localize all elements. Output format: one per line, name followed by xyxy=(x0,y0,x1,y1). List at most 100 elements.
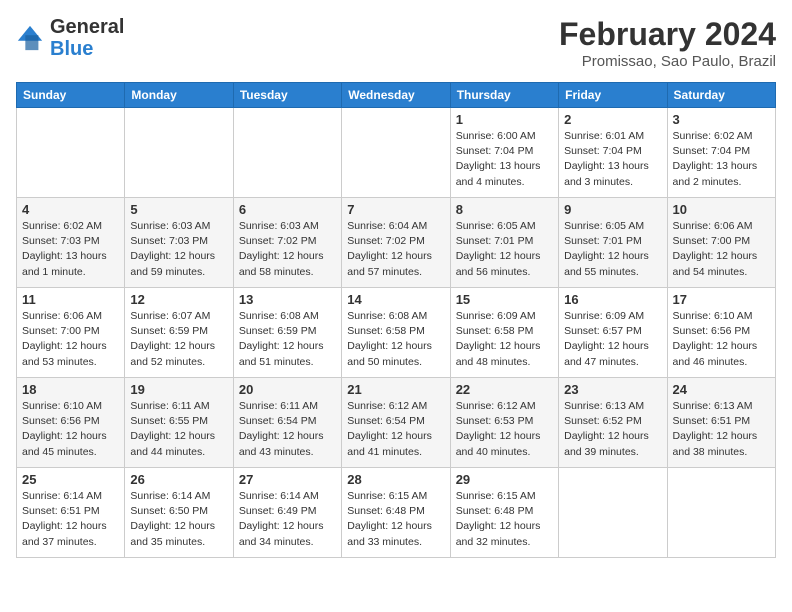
calendar-day-cell: 15 Sunrise: 6:09 AMSunset: 6:58 PMDayligh… xyxy=(450,288,558,378)
day-number: 11 xyxy=(22,292,119,307)
calendar-day-cell: 10 Sunrise: 6:06 AMSunset: 7:00 PMDayligh… xyxy=(667,198,775,288)
day-of-week-header: Friday xyxy=(559,83,667,108)
day-number: 15 xyxy=(456,292,553,307)
day-info: Sunrise: 6:11 AMSunset: 6:55 PMDaylight:… xyxy=(130,399,227,460)
calendar-day-cell xyxy=(342,108,450,198)
day-number: 16 xyxy=(564,292,661,307)
calendar-day-cell: 29 Sunrise: 6:15 AMSunset: 6:48 PMDayligh… xyxy=(450,468,558,558)
month-year-title: February 2024 xyxy=(559,16,776,53)
day-info: Sunrise: 6:08 AMSunset: 6:58 PMDaylight:… xyxy=(347,309,444,370)
logo-icon xyxy=(16,24,44,52)
day-info: Sunrise: 6:02 AMSunset: 7:04 PMDaylight:… xyxy=(673,129,770,190)
day-number: 24 xyxy=(673,382,770,397)
page-header: General Blue February 2024 Promissao, Sa… xyxy=(16,16,776,70)
day-info: Sunrise: 6:15 AMSunset: 6:48 PMDaylight:… xyxy=(456,489,553,550)
calendar-day-cell: 19 Sunrise: 6:11 AMSunset: 6:55 PMDayligh… xyxy=(125,378,233,468)
day-number: 12 xyxy=(130,292,227,307)
calendar-header-row: SundayMondayTuesdayWednesdayThursdayFrid… xyxy=(17,83,776,108)
calendar-week-row: 1Sunrise: 6:00 AMSunset: 7:04 PMDaylight… xyxy=(17,108,776,198)
day-info: Sunrise: 6:07 AMSunset: 6:59 PMDaylight:… xyxy=(130,309,227,370)
day-number: 25 xyxy=(22,472,119,487)
calendar-day-cell: 28 Sunrise: 6:15 AMSunset: 6:48 PMDayligh… xyxy=(342,468,450,558)
day-info: Sunrise: 6:11 AMSunset: 6:54 PMDaylight:… xyxy=(239,399,336,460)
day-info: Sunrise: 6:06 AMSunset: 7:00 PMDaylight:… xyxy=(673,219,770,280)
day-info: Sunrise: 6:08 AMSunset: 6:59 PMDaylight:… xyxy=(239,309,336,370)
calendar-day-cell: 3 Sunrise: 6:02 AMSunset: 7:04 PMDaylight… xyxy=(667,108,775,198)
calendar-table: SundayMondayTuesdayWednesdayThursdayFrid… xyxy=(16,82,776,558)
day-of-week-header: Wednesday xyxy=(342,83,450,108)
day-info: Sunrise: 6:14 AMSunset: 6:51 PMDaylight:… xyxy=(22,489,119,550)
day-number: 17 xyxy=(673,292,770,307)
calendar-day-cell: 5 Sunrise: 6:03 AMSunset: 7:03 PMDaylight… xyxy=(125,198,233,288)
day-of-week-header: Sunday xyxy=(17,83,125,108)
day-number: 19 xyxy=(130,382,227,397)
day-info: Sunrise: 6:14 AMSunset: 6:50 PMDaylight:… xyxy=(130,489,227,550)
day-of-week-header: Monday xyxy=(125,83,233,108)
calendar-day-cell: 22 Sunrise: 6:12 AMSunset: 6:53 PMDayligh… xyxy=(450,378,558,468)
day-number: 23 xyxy=(564,382,661,397)
day-info: Sunrise: 6:14 AMSunset: 6:49 PMDaylight:… xyxy=(239,489,336,550)
day-info: Sunrise: 6:03 AMSunset: 7:02 PMDaylight:… xyxy=(239,219,336,280)
day-number: 29 xyxy=(456,472,553,487)
day-number: 21 xyxy=(347,382,444,397)
day-info: Sunrise: 6:10 AMSunset: 6:56 PMDaylight:… xyxy=(673,309,770,370)
day-number: 5 xyxy=(130,202,227,217)
day-of-week-header: Tuesday xyxy=(233,83,341,108)
calendar-week-row: 4 Sunrise: 6:02 AMSunset: 7:03 PMDaylight… xyxy=(17,198,776,288)
title-block: February 2024 Promissao, Sao Paulo, Braz… xyxy=(559,16,776,70)
day-info: Sunrise: 6:13 AMSunset: 6:51 PMDaylight:… xyxy=(673,399,770,460)
calendar-day-cell: 24 Sunrise: 6:13 AMSunset: 6:51 PMDayligh… xyxy=(667,378,775,468)
day-number: 6 xyxy=(239,202,336,217)
day-number: 9 xyxy=(564,202,661,217)
day-number: 10 xyxy=(673,202,770,217)
day-info: Sunrise: 6:03 AMSunset: 7:03 PMDaylight:… xyxy=(130,219,227,280)
calendar-day-cell xyxy=(667,468,775,558)
calendar-day-cell: 27 Sunrise: 6:14 AMSunset: 6:49 PMDayligh… xyxy=(233,468,341,558)
calendar-day-cell: 18 Sunrise: 6:10 AMSunset: 6:56 PMDayligh… xyxy=(17,378,125,468)
calendar-day-cell: 1Sunrise: 6:00 AMSunset: 7:04 PMDaylight… xyxy=(450,108,558,198)
calendar-day-cell: 25 Sunrise: 6:14 AMSunset: 6:51 PMDayligh… xyxy=(17,468,125,558)
day-number: 20 xyxy=(239,382,336,397)
day-number: 2 xyxy=(564,112,661,127)
day-info: Sunrise: 6:06 AMSunset: 7:00 PMDaylight:… xyxy=(22,309,119,370)
day-info: Sunrise: 6:15 AMSunset: 6:48 PMDaylight:… xyxy=(347,489,444,550)
day-info: Sunrise: 6:00 AMSunset: 7:04 PMDaylight:… xyxy=(456,129,553,190)
calendar-day-cell: 26 Sunrise: 6:14 AMSunset: 6:50 PMDayligh… xyxy=(125,468,233,558)
calendar-day-cell: 9Sunrise: 6:05 AMSunset: 7:01 PMDaylight… xyxy=(559,198,667,288)
calendar-day-cell: 21 Sunrise: 6:12 AMSunset: 6:54 PMDayligh… xyxy=(342,378,450,468)
logo-general-text: General xyxy=(50,16,124,38)
day-of-week-header: Thursday xyxy=(450,83,558,108)
day-number: 28 xyxy=(347,472,444,487)
calendar-day-cell: 4 Sunrise: 6:02 AMSunset: 7:03 PMDaylight… xyxy=(17,198,125,288)
day-number: 3 xyxy=(673,112,770,127)
day-number: 4 xyxy=(22,202,119,217)
calendar-body: 1Sunrise: 6:00 AMSunset: 7:04 PMDaylight… xyxy=(17,108,776,558)
location-subtitle: Promissao, Sao Paulo, Brazil xyxy=(559,53,776,70)
day-info: Sunrise: 6:10 AMSunset: 6:56 PMDaylight:… xyxy=(22,399,119,460)
day-number: 13 xyxy=(239,292,336,307)
calendar-day-cell: 7Sunrise: 6:04 AMSunset: 7:02 PMDaylight… xyxy=(342,198,450,288)
day-info: Sunrise: 6:12 AMSunset: 6:54 PMDaylight:… xyxy=(347,399,444,460)
calendar-day-cell: 6 Sunrise: 6:03 AMSunset: 7:02 PMDaylight… xyxy=(233,198,341,288)
day-number: 22 xyxy=(456,382,553,397)
logo: General Blue xyxy=(16,16,124,60)
day-of-week-header: Saturday xyxy=(667,83,775,108)
calendar-day-cell: 8 Sunrise: 6:05 AMSunset: 7:01 PMDaylight… xyxy=(450,198,558,288)
day-number: 27 xyxy=(239,472,336,487)
day-number: 26 xyxy=(130,472,227,487)
calendar-week-row: 18 Sunrise: 6:10 AMSunset: 6:56 PMDayligh… xyxy=(17,378,776,468)
calendar-day-cell: 16Sunrise: 6:09 AMSunset: 6:57 PMDayligh… xyxy=(559,288,667,378)
calendar-day-cell: 17 Sunrise: 6:10 AMSunset: 6:56 PMDayligh… xyxy=(667,288,775,378)
day-number: 18 xyxy=(22,382,119,397)
calendar-day-cell xyxy=(125,108,233,198)
day-info: Sunrise: 6:05 AMSunset: 7:01 PMDaylight:… xyxy=(456,219,553,280)
day-info: Sunrise: 6:02 AMSunset: 7:03 PMDaylight:… xyxy=(22,219,119,280)
calendar-day-cell xyxy=(233,108,341,198)
day-info: Sunrise: 6:12 AMSunset: 6:53 PMDaylight:… xyxy=(456,399,553,460)
day-number: 7 xyxy=(347,202,444,217)
day-number: 8 xyxy=(456,202,553,217)
calendar-day-cell: 2Sunrise: 6:01 AMSunset: 7:04 PMDaylight… xyxy=(559,108,667,198)
logo-blue-text: Blue xyxy=(50,38,93,60)
calendar-day-cell xyxy=(559,468,667,558)
day-info: Sunrise: 6:09 AMSunset: 6:58 PMDaylight:… xyxy=(456,309,553,370)
